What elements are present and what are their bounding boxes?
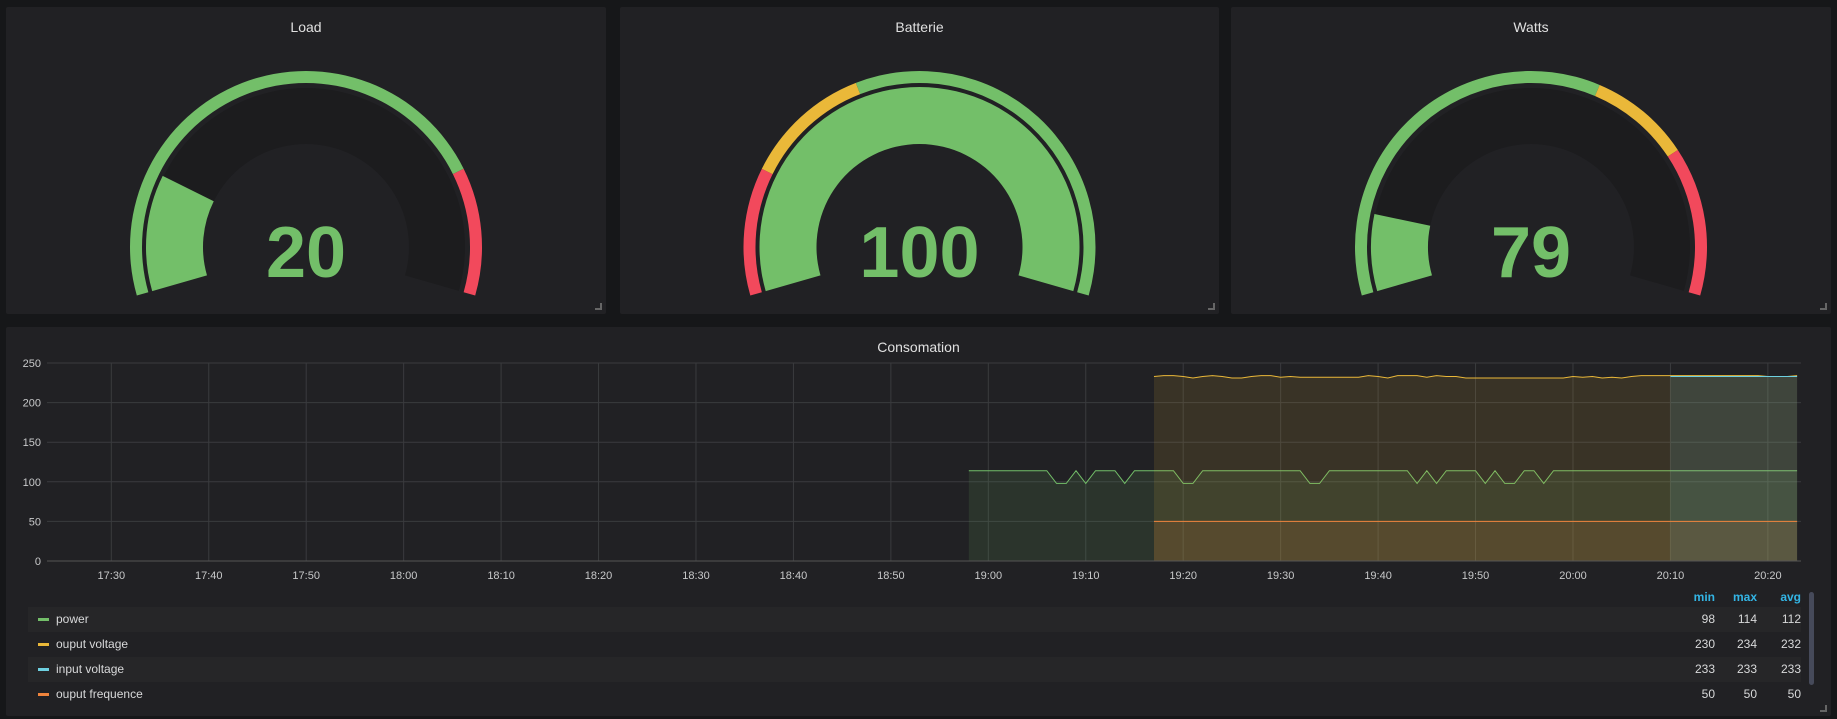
x-tick-label: 17:40 bbox=[195, 570, 223, 582]
x-tick-label: 20:20 bbox=[1754, 570, 1782, 582]
series-max: 234 bbox=[1736, 637, 1757, 651]
legend-header-min[interactable]: min bbox=[1675, 590, 1715, 604]
x-tick-label: 19:40 bbox=[1364, 570, 1392, 582]
series-name[interactable]: input voltage bbox=[56, 657, 124, 682]
legend-row-ouput-voltage[interactable]: ouput voltage 230 234 232 bbox=[28, 632, 1801, 657]
legend-header-max[interactable]: max bbox=[1717, 590, 1757, 604]
series-color-swatch[interactable] bbox=[38, 618, 49, 621]
legend-row-power[interactable]: power 98 114 112 bbox=[28, 607, 1801, 632]
series-max: 50 bbox=[1743, 687, 1757, 701]
series-color-swatch[interactable] bbox=[38, 668, 49, 671]
y-tick-label: 100 bbox=[23, 477, 41, 489]
x-tick-label: 18:00 bbox=[390, 570, 418, 582]
series-name[interactable]: power bbox=[56, 607, 89, 632]
x-tick-label: 19:30 bbox=[1267, 570, 1295, 582]
series-color-swatch[interactable] bbox=[38, 643, 49, 646]
x-tick-label: 20:00 bbox=[1559, 570, 1587, 582]
y-tick-label: 150 bbox=[23, 437, 41, 449]
y-tick-label: 250 bbox=[23, 358, 41, 370]
consomation-chart[interactable]: 0 50 100 150 200 250 17:30 17:40 17:50 18:00 18:10… bbox=[0, 0, 1837, 590]
series-min: 230 bbox=[1694, 637, 1715, 651]
series-name[interactable]: ouput frequence bbox=[56, 682, 143, 707]
x-tick-label: 19:10 bbox=[1072, 570, 1100, 582]
y-tick-label: 0 bbox=[35, 556, 41, 568]
series-min: 233 bbox=[1694, 662, 1715, 676]
y-tick-label: 200 bbox=[23, 398, 41, 410]
x-tick-label: 18:50 bbox=[877, 570, 905, 582]
series-min: 50 bbox=[1701, 687, 1715, 701]
x-tick-label: 19:00 bbox=[975, 570, 1003, 582]
series-min: 98 bbox=[1701, 612, 1715, 626]
legend-row-input-voltage[interactable]: input voltage 233 233 233 bbox=[28, 657, 1801, 682]
x-tick-label: 18:40 bbox=[780, 570, 808, 582]
series-area-ouput-frequence bbox=[1153, 521, 1798, 561]
series-avg: 112 bbox=[1781, 612, 1801, 626]
legend-header-avg[interactable]: avg bbox=[1761, 590, 1801, 604]
series-max: 233 bbox=[1736, 662, 1757, 676]
x-tick-label: 17:50 bbox=[292, 570, 320, 582]
series-color-swatch[interactable] bbox=[38, 693, 49, 696]
x-tick-label: 20:10 bbox=[1657, 570, 1685, 582]
legend-row-ouput-frequence[interactable]: ouput frequence 50 50 50 bbox=[28, 682, 1801, 707]
resize-handle[interactable] bbox=[1820, 705, 1827, 712]
series-avg: 232 bbox=[1780, 637, 1801, 651]
series-avg: 233 bbox=[1780, 662, 1801, 676]
legend-scrollbar[interactable] bbox=[1809, 592, 1814, 685]
x-tick-label: 17:30 bbox=[98, 570, 126, 582]
series-avg: 50 bbox=[1787, 687, 1801, 701]
x-tick-label: 18:20 bbox=[585, 570, 613, 582]
x-tick-label: 18:30 bbox=[682, 570, 710, 582]
y-tick-label: 50 bbox=[29, 516, 41, 528]
x-tick-label: 18:10 bbox=[487, 570, 515, 582]
series-name[interactable]: ouput voltage bbox=[56, 632, 128, 657]
x-tick-label: 19:20 bbox=[1169, 570, 1197, 582]
series-max: 114 bbox=[1737, 612, 1757, 626]
x-tick-label: 19:50 bbox=[1462, 570, 1490, 582]
